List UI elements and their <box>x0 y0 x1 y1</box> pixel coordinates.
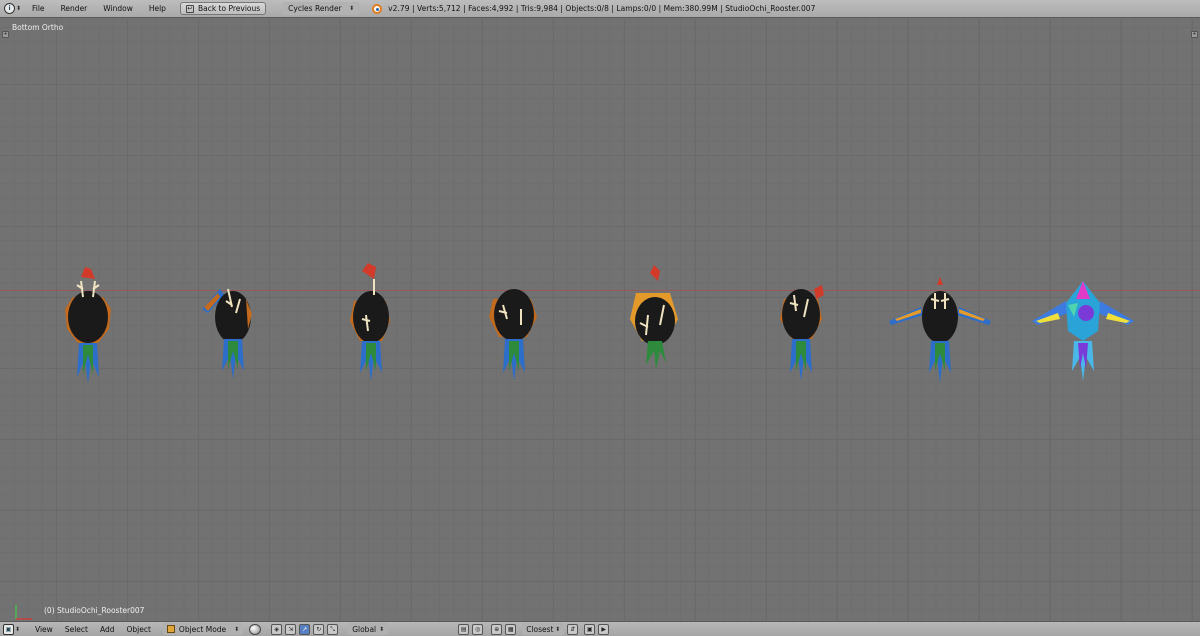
chevron-updown-icon: ⬍ <box>379 625 385 633</box>
chevron-updown-icon: ⬍ <box>555 625 561 633</box>
snap-target-select[interactable]: Closest ⬍ <box>522 623 565 635</box>
view3d-icon: ▣ <box>3 623 14 635</box>
view-name-label: Bottom Ortho <box>12 23 64 32</box>
info-icon: i <box>4 3 15 14</box>
rooster-model-7[interactable] <box>885 259 995 383</box>
chevron-updown-icon: ⬍ <box>234 625 240 633</box>
editor-type-selector[interactable]: i ⬍ <box>4 2 24 16</box>
back-to-previous-button[interactable]: ↩ Back to Previous <box>179 2 267 15</box>
rooster-model-4[interactable] <box>459 259 569 381</box>
snap-element-icon[interactable]: ▦ <box>505 623 517 635</box>
axis-gizmo-icon <box>15 605 32 620</box>
snap-align-icon[interactable]: ⇵ <box>567 623 579 635</box>
rooster-model-5[interactable] <box>600 259 710 379</box>
editor-type-selector-3d[interactable]: ▣ ⬍ <box>3 622 23 636</box>
back-icon: ↩ <box>185 4 194 13</box>
rooster-model-1[interactable] <box>33 259 143 384</box>
transform-orientation-value: Global <box>352 624 377 634</box>
interaction-mode-select[interactable]: Object Mode ⬍ <box>162 623 244 635</box>
menu-select[interactable]: Select <box>59 625 94 634</box>
menu-object[interactable]: Object <box>120 625 156 634</box>
render-engine-value: Cycles Render <box>288 4 342 13</box>
menu-add[interactable]: Add <box>94 625 121 634</box>
opengl-render-animation-icon[interactable]: ▶ <box>598 623 610 635</box>
layer-lock-icon[interactable]: ▤ <box>458 623 470 635</box>
object-mode-icon <box>166 625 175 633</box>
pivot-point-icon[interactable]: ◈ <box>271 623 283 635</box>
menu-help[interactable]: Help <box>141 4 174 13</box>
transform-orientation-select[interactable]: Global ⬍ <box>348 623 389 635</box>
active-object-label: (0) StudioOchi_Rooster007 <box>44 606 145 615</box>
rooster-model-8-textured[interactable] <box>1028 259 1138 381</box>
info-header: i ⬍ File Render Window Help ↩ Back to Pr… <box>0 0 1200 18</box>
snap-target-value: Closest <box>526 624 554 634</box>
menu-window[interactable]: Window <box>95 4 141 13</box>
rooster-model-2[interactable] <box>178 259 288 379</box>
proportional-edit-icon[interactable]: ◎ <box>472 623 484 635</box>
translate-manipulator-icon[interactable]: ↗ <box>299 623 311 635</box>
chevron-updown-icon: ⬍ <box>15 625 21 633</box>
3d-viewport[interactable]: + + Bottom Ortho (0) StudioOchi_Rooster0… <box>0 19 1200 621</box>
chevron-updown-icon: ⬍ <box>16 5 22 12</box>
rotate-manipulator-icon[interactable]: ↻ <box>313 623 325 635</box>
rooster-model-3[interactable] <box>316 259 426 381</box>
opengl-render-icon[interactable]: ▣ <box>584 623 596 635</box>
render-engine-select[interactable]: Cycles Render ⬍ <box>282 2 361 15</box>
blender-logo-icon <box>372 3 383 14</box>
properties-toggle-icon[interactable]: + <box>1191 31 1198 38</box>
viewport-shading-icon[interactable] <box>249 623 262 635</box>
chevron-updown-icon: ⬍ <box>349 5 355 12</box>
3d-view-header: ▣ ⬍ View Select Add Object Object Mode ⬍… <box>0 621 1200 636</box>
manipulator-toggle-icon[interactable]: ⇲ <box>285 623 297 635</box>
menu-view[interactable]: View <box>29 625 59 634</box>
menu-render[interactable]: Render <box>53 4 96 13</box>
snap-toggle-icon[interactable]: ⊕ <box>491 623 503 635</box>
scene-stats: v2.79 | Verts:5,712 | Faces:4,992 | Tris… <box>388 4 816 13</box>
menu-file[interactable]: File <box>24 4 53 13</box>
back-to-previous-label: Back to Previous <box>197 4 261 13</box>
toolshelf-toggle-icon[interactable]: + <box>2 31 9 38</box>
scale-manipulator-icon[interactable]: ⤡ <box>327 623 339 635</box>
interaction-mode-value: Object Mode <box>178 624 227 634</box>
rooster-model-6[interactable] <box>748 259 858 381</box>
